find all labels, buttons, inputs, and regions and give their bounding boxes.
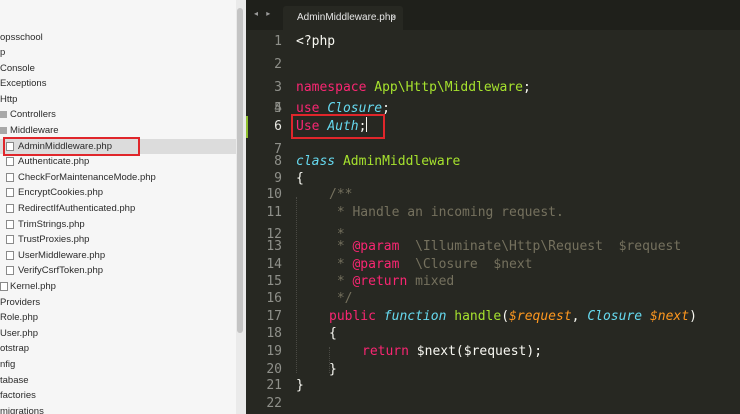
file-icon: [6, 235, 14, 244]
folder-icon: [0, 127, 7, 134]
code-rest: $next($request);: [408, 344, 543, 359]
tree-item-label: Controllers: [10, 109, 56, 120]
tree-item-trustproxies[interactable]: TrustProxies.php: [0, 232, 236, 247]
file-icon: [6, 266, 14, 275]
doc-tag: @param: [352, 239, 400, 254]
tree-item-label: factories: [0, 390, 36, 401]
tree-item-label: Role.php: [0, 312, 39, 323]
comment-text: * Handle an incoming request.: [329, 205, 564, 220]
tree-item-label: TrustProxies.php: [18, 234, 90, 245]
tree-item-controllers[interactable]: Controllers: [0, 107, 236, 122]
tree-item-label: Http: [0, 94, 18, 105]
tree-item-authenticate[interactable]: Authenticate.php: [0, 154, 236, 169]
file-icon: [0, 282, 8, 291]
tree-item-label: CheckForMaintenanceMode.php: [18, 172, 156, 183]
tree-item-label: RedirectIfAuthenticated.php: [18, 203, 136, 214]
code-line: 22: [246, 392, 740, 414]
tree-item-label: migrations: [0, 406, 44, 414]
tree-item-kernel[interactable]: Kernel.php: [0, 279, 236, 294]
tree-item-label: otstrap: [0, 343, 30, 354]
comment-prefix: *: [329, 239, 353, 254]
code-line: 11 * Handle an incoming request.: [246, 201, 740, 224]
close-icon[interactable]: ×: [391, 12, 396, 22]
tree-item-factories[interactable]: factories: [0, 388, 236, 403]
tree-item-verifycsrftoken[interactable]: VerifyCsrfToken.php: [0, 263, 236, 278]
file-icon: [6, 204, 14, 213]
highlight-box-selected-file: [3, 137, 140, 156]
tree-item-label: nfig: [0, 359, 16, 370]
tab-navigation-arrows[interactable]: ◂ ▸: [254, 9, 273, 18]
tab-label: AdminMiddleware.php: [297, 12, 396, 23]
project-sidebar: opsschool p Console Exceptions Http Cont…: [0, 0, 236, 414]
tree-item-bootstrap[interactable]: otstrap: [0, 341, 236, 356]
tree-item-label: p: [0, 47, 6, 58]
tree-item-checkformaintenancemode[interactable]: CheckForMaintenanceMode.php: [0, 170, 236, 185]
tree-item-project-root[interactable]: opsschool: [0, 30, 236, 45]
tree-item-label: opsschool: [0, 32, 43, 43]
file-icon: [6, 157, 14, 166]
highlight-box-use-auth: [291, 114, 385, 139]
tree-item-app[interactable]: p: [0, 45, 236, 60]
tree-item-console[interactable]: Console: [0, 61, 236, 76]
tree-item-redirectifauthenticated[interactable]: RedirectIfAuthenticated.php: [0, 201, 236, 216]
tree-item-trimstrings[interactable]: TrimStrings.php: [0, 217, 236, 232]
folder-icon: [0, 111, 7, 118]
tree-item-label: TrimStrings.php: [18, 219, 85, 230]
line-number: 11: [266, 205, 282, 220]
comment-rest: \Illuminate\Http\Request $request: [399, 239, 682, 254]
sidebar-scrollbar-thumb[interactable]: [237, 8, 243, 333]
tree-item-label: Providers: [0, 297, 41, 308]
tree-item-label: VerifyCsrfToken.php: [18, 265, 104, 276]
file-icon: [6, 173, 14, 182]
tree-item-database[interactable]: tabase: [0, 373, 236, 388]
tab-bar: ◂ ▸ AdminMiddleware.php ×: [246, 0, 740, 30]
keyword: return: [362, 344, 409, 359]
tree-item-label: User.php: [0, 328, 39, 339]
code-line: 1 <?php: [246, 30, 740, 53]
tree-item-http[interactable]: Http: [0, 92, 236, 107]
line-number: 22: [266, 396, 282, 411]
tree-item-label: tabase: [0, 375, 29, 386]
file-icon: [6, 188, 14, 197]
tab-adminmiddleware[interactable]: AdminMiddleware.php ×: [283, 6, 403, 30]
tree-item-encryptcookies[interactable]: EncryptCookies.php: [0, 185, 236, 200]
php-open-tag: <?php: [296, 34, 336, 49]
tree-item-middleware[interactable]: Middleware: [0, 123, 236, 138]
tree-item-migrations[interactable]: migrations: [0, 404, 236, 414]
tree-item-exceptions[interactable]: Exceptions: [0, 76, 236, 91]
tree-item-role[interactable]: Role.php: [0, 310, 236, 325]
tree-item-label: Exceptions: [0, 78, 47, 89]
tree-item-config[interactable]: nfig: [0, 357, 236, 372]
code-line: 3 namespace App\Http\Middleware;: [246, 65, 740, 95]
tree-item-label: Console: [0, 63, 35, 74]
tree-item-label: Middleware: [10, 125, 59, 136]
tree-item-label: Authenticate.php: [18, 156, 90, 167]
code-text: <?php: [296, 30, 335, 53]
line-number: 1: [274, 34, 282, 49]
file-icon: [6, 251, 14, 260]
file-icon: [6, 220, 14, 229]
tree-item-label: Kernel.php: [10, 281, 56, 292]
tree-item-label: EncryptCookies.php: [18, 187, 104, 198]
line-number: 6: [274, 119, 282, 134]
tree-item-providers[interactable]: Providers: [0, 295, 236, 310]
tree-item-user[interactable]: User.php: [0, 326, 236, 341]
code-editor[interactable]: ◂ ▸ AdminMiddleware.php × 1 <?php 2 3 name…: [246, 0, 740, 414]
tree-item-label: UserMiddleware.php: [18, 250, 106, 261]
tree-item-usermiddleware[interactable]: UserMiddleware.php: [0, 248, 236, 263]
